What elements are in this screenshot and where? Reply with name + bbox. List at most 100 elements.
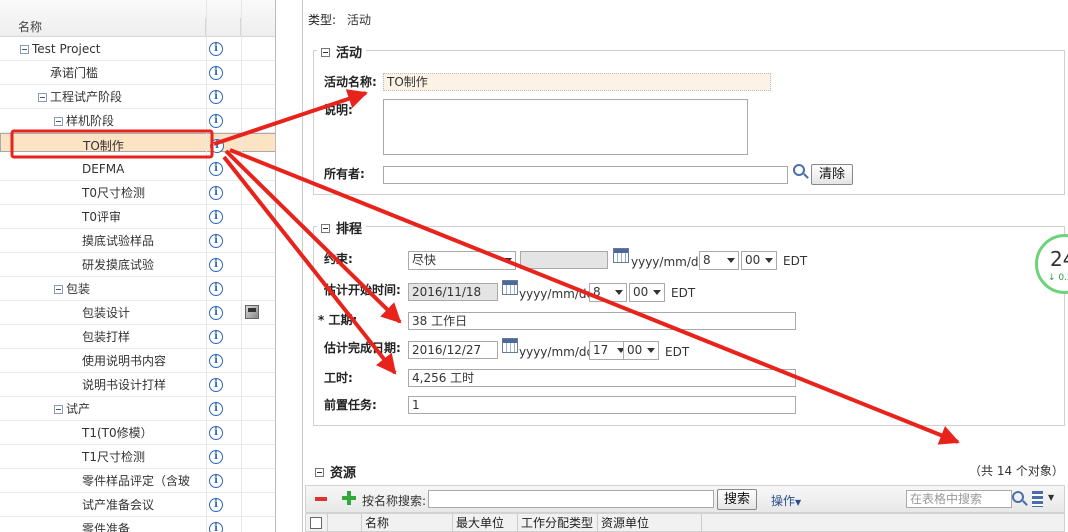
tree-row-text: 研发摸底试验 [82, 258, 155, 272]
search-button[interactable]: 搜索 [717, 489, 757, 510]
info-icon[interactable]: i [209, 186, 223, 200]
info-icon[interactable]: i [209, 522, 223, 532]
tree-row[interactable]: T0评审 i [0, 205, 275, 229]
calendar-icon[interactable] [502, 280, 518, 295]
info-icon[interactable]: i [209, 354, 223, 368]
work-field[interactable]: 4,256 工时 [408, 369, 796, 387]
tree-row[interactable]: 包装 i [0, 277, 275, 301]
info-icon[interactable]: i [209, 114, 223, 128]
collapse-toggle-icon[interactable] [38, 93, 47, 102]
tree-row[interactable]: 试产准备会议 i [0, 493, 275, 517]
info-icon[interactable]: i [209, 330, 223, 344]
tree-row[interactable]: 试产 i [0, 397, 275, 421]
info-icon[interactable]: i [210, 139, 224, 153]
collapse-toggle-icon[interactable] [20, 45, 29, 54]
tree-row[interactable]: 零件样品评定（含玻 i [0, 469, 275, 493]
collapse-toggle-icon[interactable] [54, 117, 63, 126]
predecessor-field[interactable]: 1 [408, 396, 796, 414]
grid-column-resource-units[interactable]: 资源单位 [598, 514, 702, 532]
tree-row[interactable]: 承诺门槛 i [0, 61, 275, 85]
tree-row[interactable]: 包装打样 i [0, 325, 275, 349]
duration-field[interactable]: 38 工作日 [408, 312, 796, 330]
info-icon[interactable]: i [209, 42, 223, 56]
grid-column-name[interactable]: 名称 [362, 514, 453, 532]
resources-section-title[interactable]: 资源 [311, 462, 361, 481]
info-icon[interactable]: i [209, 306, 223, 320]
start-hour-select[interactable]: 8 [589, 283, 627, 302]
tree-row[interactable]: T1(T0修模） i [0, 421, 275, 445]
tree-column-info[interactable] [206, 18, 241, 37]
description-textarea[interactable] [383, 99, 748, 155]
info-icon[interactable]: i [209, 474, 223, 488]
constraint-select[interactable]: 尽快 [408, 251, 516, 270]
activity-name-field[interactable]: TO制作 [383, 73, 771, 91]
info-icon[interactable]: i [209, 450, 223, 464]
grid-column-assignment-type[interactable]: 工作分配类型 [518, 514, 598, 532]
constraint-minute-select[interactable]: 00 [741, 251, 777, 270]
tree-row[interactable]: 摸底试验样品 i [0, 229, 275, 253]
tree-column-extra[interactable] [241, 18, 275, 37]
start-minute-select[interactable]: 00 [629, 283, 665, 302]
grid-column-max-units[interactable]: 最大单位 [453, 514, 518, 532]
tree-row-label: 零件准备 [82, 517, 130, 532]
info-icon[interactable]: i [209, 498, 223, 512]
tree-row[interactable]: T0尺寸检测 i [0, 181, 275, 205]
info-icon[interactable]: i [209, 258, 223, 272]
constraint-date-field[interactable] [520, 251, 608, 269]
info-icon[interactable]: i [209, 210, 223, 224]
gauge-subvalue: ↓ 0.2 [1048, 273, 1068, 283]
column-settings-icon[interactable] [1032, 491, 1043, 507]
grid-column-icon[interactable] [328, 514, 362, 532]
tree-row[interactable]: 工程试产阶段 i [0, 85, 275, 109]
tree-row[interactable]: 研发摸底试验 i [0, 253, 275, 277]
finish-minute-select[interactable]: 00 [623, 341, 659, 360]
schedule-section-title[interactable]: 排程 [317, 218, 367, 237]
search-icon[interactable] [1012, 491, 1024, 503]
select-all-checkbox[interactable] [310, 517, 322, 529]
type-label: 类型: [308, 13, 337, 27]
table-search-input[interactable]: 在表格中搜索 [906, 490, 1012, 508]
tree-column-name[interactable]: 名称 [0, 18, 206, 37]
constraint-hour-select[interactable]: 8 [699, 251, 739, 270]
owner-field[interactable] [383, 166, 788, 184]
tree-row[interactable]: T1尺寸检测 i [0, 445, 275, 469]
collapse-icon[interactable] [321, 224, 330, 233]
info-icon[interactable]: i [209, 378, 223, 392]
info-icon[interactable]: i [209, 234, 223, 248]
est-finish-field[interactable]: 2016/12/27 [408, 341, 498, 359]
clear-button[interactable]: 清除 [811, 164, 853, 185]
collapse-icon[interactable] [315, 468, 324, 477]
tree-row[interactable]: Test Project i [0, 37, 275, 61]
package-icon[interactable] [245, 305, 259, 319]
search-icon[interactable] [793, 164, 805, 176]
add-icon[interactable] [342, 491, 356, 505]
calendar-icon[interactable] [502, 338, 518, 353]
collapse-icon[interactable] [321, 48, 330, 57]
actions-menu[interactable]: 操作▼ [771, 492, 801, 509]
info-icon[interactable]: i [209, 162, 223, 176]
remove-icon[interactable] [315, 497, 327, 501]
tree-row-text: T0尺寸检测 [82, 186, 145, 200]
tree-row[interactable]: 零件准备 i [0, 517, 275, 532]
tree-row[interactable]: 使用说明书内容 i [0, 349, 275, 373]
activity-section-title[interactable]: 活动 [317, 42, 367, 61]
info-icon[interactable]: i [209, 402, 223, 416]
tree-row[interactable]: DEFMA i [0, 157, 275, 181]
tree-row-label: TO制作 [83, 134, 124, 158]
est-start-field[interactable]: 2016/11/18 [408, 283, 498, 301]
chevron-down-icon[interactable]: ▼ [1048, 493, 1054, 502]
tree-row-label: 包装打样 [82, 325, 130, 349]
tree-row-label: 摸底试验样品 [82, 229, 154, 253]
info-icon[interactable]: i [209, 282, 223, 296]
collapse-toggle-icon[interactable] [54, 285, 63, 294]
calendar-icon[interactable] [613, 248, 629, 263]
tree-row[interactable]: 包装设计 i [0, 301, 275, 325]
info-icon[interactable]: i [209, 90, 223, 104]
search-by-name-input[interactable] [428, 490, 714, 508]
info-icon[interactable]: i [209, 66, 223, 80]
collapse-toggle-icon[interactable] [54, 405, 63, 414]
info-icon[interactable]: i [209, 426, 223, 440]
tree-row[interactable]: 说明书设计打样 i [0, 373, 275, 397]
tree-row[interactable]: 样机阶段 i [0, 109, 275, 133]
tree-row[interactable]: TO制作 i [0, 133, 275, 153]
